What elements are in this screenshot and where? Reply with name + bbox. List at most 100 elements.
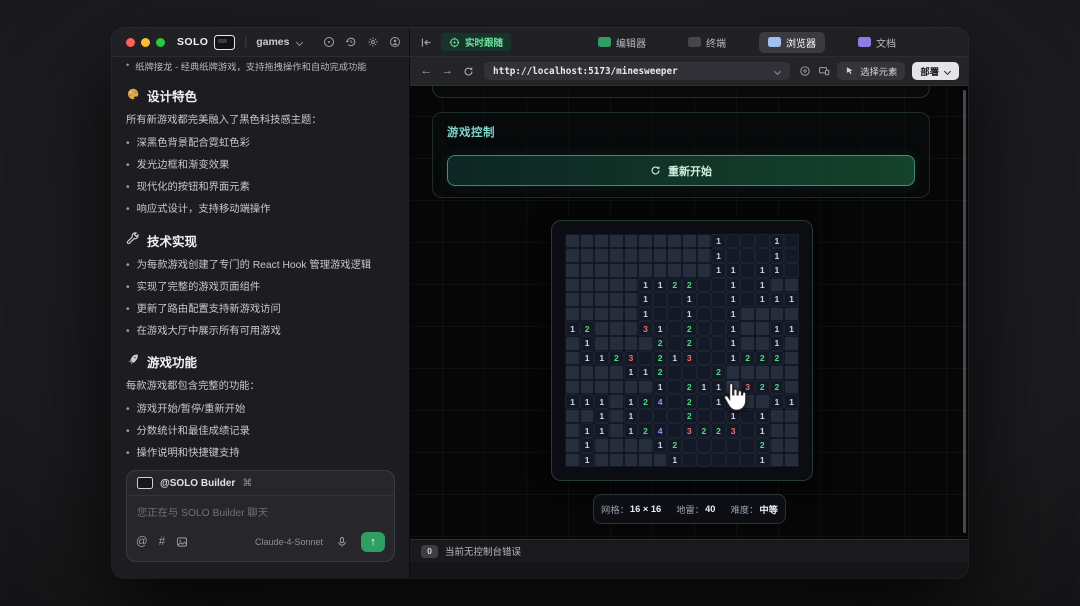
board-cell[interactable]: 1 — [638, 365, 653, 380]
board-cell[interactable] — [609, 292, 624, 307]
board-cell[interactable]: 1 — [784, 292, 799, 307]
board-cell[interactable] — [609, 452, 624, 468]
board-cell[interactable] — [754, 365, 770, 380]
board-cell[interactable] — [565, 306, 580, 322]
board-cell[interactable] — [565, 365, 580, 380]
board-cell[interactable]: 2 — [711, 365, 726, 380]
board-cell[interactable] — [609, 365, 624, 380]
board-cell[interactable] — [696, 233, 712, 249]
board-cell[interactable] — [725, 365, 741, 380]
board-cell[interactable]: 1 — [565, 321, 580, 336]
board-cell[interactable]: 1 — [725, 277, 741, 293]
board-cell[interactable] — [740, 408, 755, 424]
zoom-window-button[interactable] — [156, 37, 165, 47]
image-icon[interactable] — [176, 536, 188, 548]
board-cell[interactable]: 1 — [725, 408, 741, 424]
board-cell[interactable]: 1 — [725, 262, 741, 278]
board-cell[interactable] — [594, 306, 610, 322]
board-cell[interactable]: 2 — [652, 335, 668, 351]
board-cell[interactable] — [682, 233, 697, 249]
board-cell[interactable] — [667, 408, 682, 424]
collapse-panel-icon[interactable] — [420, 36, 433, 49]
tab-browser[interactable]: 浏览器 — [759, 31, 826, 53]
board-cell[interactable]: 1 — [652, 321, 668, 336]
board-cell[interactable] — [623, 306, 639, 322]
board-cell[interactable]: 1 — [754, 408, 770, 424]
board-cell[interactable] — [638, 233, 653, 249]
board-cell[interactable] — [667, 365, 682, 380]
board-cell[interactable] — [579, 408, 595, 424]
tab-docs[interactable]: 文档 — [849, 32, 905, 53]
inspect-target-icon[interactable] — [799, 65, 811, 77]
board-cell[interactable] — [711, 292, 726, 307]
board-cell[interactable]: 1 — [667, 452, 682, 468]
board-cell[interactable] — [696, 335, 712, 351]
minimize-window-button[interactable] — [141, 37, 150, 47]
board-cell[interactable]: 3 — [740, 379, 755, 395]
board-cell[interactable]: 2 — [754, 350, 770, 366]
url-bar[interactable]: http://localhost:5173/minesweeper — [484, 62, 791, 80]
at-icon[interactable]: @ — [136, 536, 148, 548]
board-cell[interactable] — [594, 292, 610, 307]
board-cell[interactable] — [594, 262, 610, 278]
board-cell[interactable] — [565, 248, 580, 263]
board-cell[interactable]: 1 — [623, 394, 639, 409]
board-cell[interactable]: 1 — [769, 394, 785, 409]
board-cell[interactable] — [696, 306, 712, 322]
board-cell[interactable]: 1 — [754, 277, 770, 293]
board-cell[interactable]: 1 — [638, 292, 653, 307]
board-cell[interactable]: 1 — [769, 292, 785, 307]
board-cell[interactable] — [667, 423, 682, 439]
board-cell[interactable] — [579, 233, 595, 249]
board-cell[interactable] — [652, 233, 668, 249]
board-cell[interactable] — [754, 306, 770, 322]
board-cell[interactable] — [623, 233, 639, 249]
board-cell[interactable] — [784, 262, 799, 278]
board-cell[interactable] — [667, 306, 682, 322]
board-cell[interactable] — [740, 262, 755, 278]
board-cell[interactable]: 1 — [579, 350, 595, 366]
board-cell[interactable] — [652, 408, 668, 424]
back-icon[interactable]: ← — [419, 65, 433, 77]
board-cell[interactable]: 1 — [769, 248, 785, 263]
board-cell[interactable]: 1 — [579, 438, 595, 453]
board-cell[interactable] — [594, 321, 610, 336]
board-cell[interactable] — [784, 423, 799, 439]
board-cell[interactable] — [769, 306, 785, 322]
board-cell[interactable] — [725, 233, 741, 249]
board-cell[interactable]: 1 — [711, 233, 726, 249]
board-cell[interactable] — [623, 248, 639, 263]
board-cell[interactable] — [594, 233, 610, 249]
board-cell[interactable]: 3 — [682, 350, 697, 366]
board-cell[interactable] — [609, 438, 624, 453]
devices-icon[interactable] — [818, 65, 830, 77]
board-cell[interactable]: 1 — [565, 394, 580, 409]
board-cell[interactable]: 1 — [623, 408, 639, 424]
board-cell[interactable]: 1 — [682, 292, 697, 307]
board-cell[interactable] — [638, 438, 653, 453]
board-cell[interactable] — [579, 292, 595, 307]
board-cell[interactable]: 1 — [638, 306, 653, 322]
board-cell[interactable]: 2 — [667, 438, 682, 453]
board-cell[interactable]: 1 — [696, 379, 712, 395]
board-cell[interactable]: 2 — [682, 335, 697, 351]
board-cell[interactable] — [652, 262, 668, 278]
chat-message-area[interactable]: • 纸牌接龙 - 经典纸牌游戏，支持拖拽操作和自动完成功能 设计特色 所有新游戏都完美… — [126, 57, 395, 460]
board-cell[interactable] — [696, 321, 712, 336]
board-cell[interactable] — [565, 335, 580, 351]
account-icon[interactable] — [389, 36, 401, 48]
board-cell[interactable] — [725, 379, 741, 395]
board-cell[interactable] — [740, 394, 755, 409]
board-cell[interactable] — [682, 452, 697, 468]
board-cell[interactable] — [769, 365, 785, 380]
board-cell[interactable] — [565, 408, 580, 424]
board-cell[interactable] — [594, 452, 610, 468]
board-cell[interactable] — [609, 306, 624, 322]
board-cell[interactable] — [652, 306, 668, 322]
board-cell[interactable] — [594, 277, 610, 293]
board-cell[interactable] — [579, 379, 595, 395]
board-cell[interactable] — [623, 379, 639, 395]
board-cell[interactable]: 1 — [579, 423, 595, 439]
board-cell[interactable] — [740, 233, 755, 249]
board-cell[interactable] — [638, 248, 653, 263]
